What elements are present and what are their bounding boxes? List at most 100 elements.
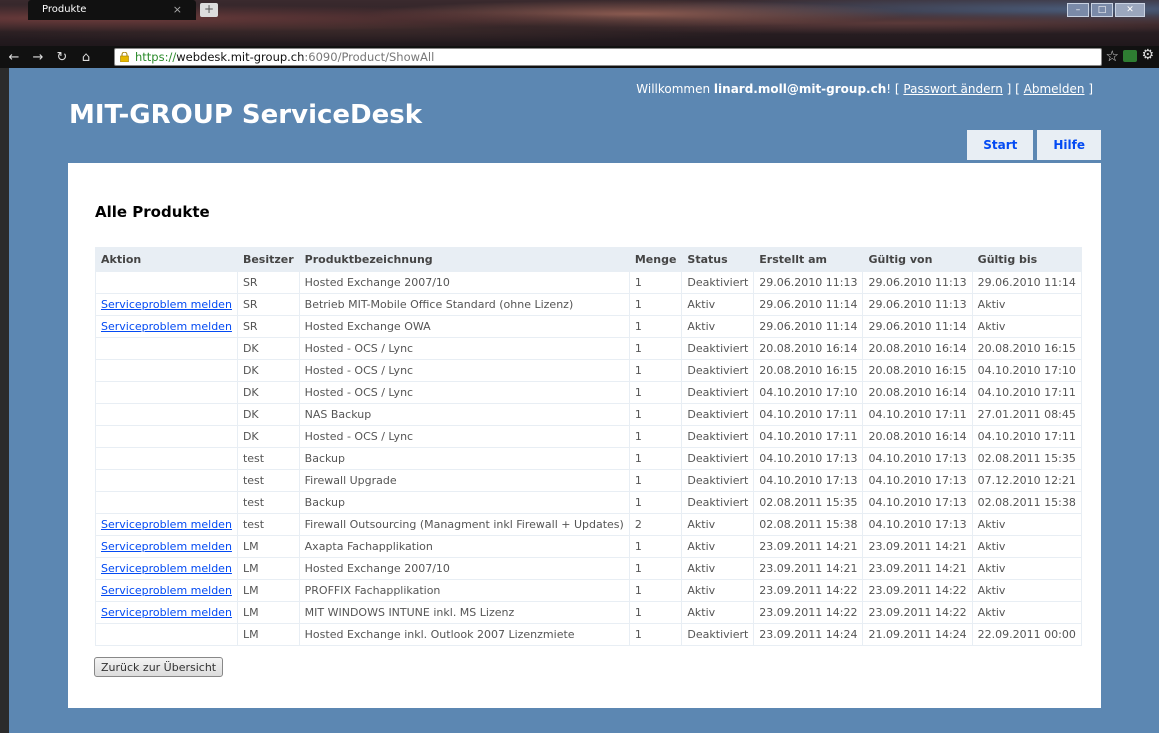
cell-status: Deaktiviert (681, 381, 755, 404)
cell-action: Serviceproblem melden (95, 293, 238, 316)
bookmark-star-icon[interactable]: ☆ (1106, 47, 1119, 65)
table-row: Serviceproblem melden SR Hosted Exchange O… (95, 315, 1082, 338)
cell-owner: SR (236, 315, 300, 338)
cell-qty: 1 (628, 623, 683, 646)
cell-owner: DK (236, 403, 300, 426)
table-row: LM Hosted Exchange inkl. Outlook 2007 Liz… (95, 623, 1082, 646)
cell-created: 29.06.2010 11:14 (753, 293, 864, 316)
back-to-overview-button[interactable]: Zurück zur Übersicht (94, 657, 224, 677)
report-service-problem-link[interactable]: Serviceproblem melden (101, 298, 232, 311)
cell-created: 04.10.2010 17:13 (753, 469, 864, 492)
cell-valid-to: 02.08.2011 15:35 (971, 447, 1082, 470)
cell-qty: 1 (628, 447, 683, 470)
table-header-row: Aktion Besitzer Produktbezeichnung Menge… (95, 247, 1082, 272)
cell-qty: 1 (628, 491, 683, 514)
cell-status: Deaktiviert (681, 359, 755, 382)
cell-qty: 1 (628, 601, 683, 624)
cell-owner: test (236, 491, 300, 514)
cell-status: Aktiv (681, 579, 755, 602)
menu-help[interactable]: Hilfe (1037, 130, 1101, 160)
report-service-problem-link[interactable]: Serviceproblem melden (101, 584, 232, 597)
cell-valid-to: 07.12.2010 12:21 (971, 469, 1082, 492)
cell-created: 23.09.2011 14:21 (753, 557, 864, 580)
maximize-icon[interactable]: □ (1091, 3, 1113, 17)
cell-status: Aktiv (681, 601, 755, 624)
column-header: Gültig von (862, 247, 973, 272)
cell-status: Deaktiviert (681, 271, 755, 294)
report-service-problem-link[interactable]: Serviceproblem melden (101, 606, 232, 619)
table-row: SR Hosted Exchange 2007/10 1 Deaktiviert 29.… (95, 271, 1082, 294)
cell-action (95, 337, 238, 360)
cell-valid-to: 27.01.2011 08:45 (971, 403, 1082, 426)
cell-valid-from: 21.09.2011 14:24 (862, 623, 973, 646)
browser-tab[interactable]: Produkte × (28, 0, 196, 20)
cell-product: Backup (298, 447, 630, 470)
cell-owner: SR (236, 271, 300, 294)
table-row: test Backup 1 Deaktiviert 02.08.2011 15:35 04… (95, 491, 1082, 514)
cell-valid-to: 04.10.2010 17:11 (971, 381, 1082, 404)
logout-link[interactable]: Abmelden (1024, 82, 1085, 96)
cell-product: Hosted - OCS / Lync (298, 337, 630, 360)
report-service-problem-link[interactable]: Serviceproblem melden (101, 562, 232, 575)
report-service-problem-link[interactable]: Serviceproblem melden (101, 540, 232, 553)
cell-action (95, 271, 238, 294)
change-password-link[interactable]: Passwort ändern (903, 82, 1002, 96)
cell-owner: DK (236, 359, 300, 382)
report-service-problem-link[interactable]: Serviceproblem melden (101, 320, 232, 333)
new-tab-button[interactable]: + (200, 3, 218, 17)
back-arrow-icon[interactable]: ← (4, 50, 24, 65)
report-service-problem-link[interactable]: Serviceproblem melden (101, 518, 232, 531)
bracket-close: ] (1084, 82, 1093, 96)
cell-status: Aktiv (681, 293, 755, 316)
home-icon[interactable]: ⌂ (76, 50, 96, 65)
cell-product: PROFFIX Fachapplikation (298, 579, 630, 602)
products-table: Aktion Besitzer Produktbezeichnung Menge… (95, 247, 1082, 646)
cell-valid-from: 29.06.2010 11:14 (862, 315, 973, 338)
cell-valid-to: Aktiv (971, 315, 1082, 338)
cell-action (95, 359, 238, 382)
cell-valid-to: 04.10.2010 17:11 (971, 425, 1082, 448)
close-tab-icon[interactable]: × (173, 0, 182, 20)
cell-created: 20.08.2010 16:15 (753, 359, 864, 382)
cell-status: Aktiv (681, 557, 755, 580)
cell-valid-to: Aktiv (971, 535, 1082, 558)
cell-product: Axapta Fachapplikation (298, 535, 630, 558)
cell-valid-to: Aktiv (971, 579, 1082, 602)
cell-valid-to: Aktiv (971, 293, 1082, 316)
cell-action: Serviceproblem melden (95, 601, 238, 624)
cell-owner: test (236, 513, 300, 536)
cell-qty: 1 (628, 293, 683, 316)
cell-product: Hosted - OCS / Lync (298, 359, 630, 382)
address-bar[interactable]: https://webdesk.mit-group.ch:6090/Produc… (114, 48, 1102, 66)
cell-valid-to: Aktiv (971, 513, 1082, 536)
close-window-icon[interactable]: ✕ (1115, 3, 1145, 17)
reload-icon[interactable]: ↻ (52, 50, 72, 65)
cell-created: 29.06.2010 11:14 (753, 315, 864, 338)
table-row: Serviceproblem melden LM Hosted Exchange 2… (95, 557, 1082, 580)
menu-start[interactable]: Start (967, 130, 1034, 160)
table-row: Serviceproblem melden LM Axapta Fachapplik… (95, 535, 1082, 558)
table-row: Serviceproblem melden test Firewall Outsou… (95, 513, 1082, 536)
cell-valid-to: 22.09.2011 00:00 (971, 623, 1082, 646)
login-display: Willkommen linard.moll@mit-group.ch! [ P… (636, 82, 1093, 96)
page: Willkommen linard.moll@mit-group.ch! [ P… (9, 68, 1159, 733)
table-row: DK NAS Backup 1 Deaktiviert 04.10.2010 17:11… (95, 403, 1082, 426)
cell-qty: 1 (628, 469, 683, 492)
cell-created: 23.09.2011 14:22 (753, 579, 864, 602)
cell-created: 04.10.2010 17:10 (753, 381, 864, 404)
minimize-icon[interactable]: – (1067, 3, 1089, 17)
wrench-icon[interactable]: ⚙ (1141, 47, 1154, 63)
cell-valid-from: 23.09.2011 14:21 (862, 557, 973, 580)
cell-action: Serviceproblem melden (95, 513, 238, 536)
url-host: webdesk.mit-group.ch (176, 50, 305, 64)
forward-arrow-icon[interactable]: → (28, 50, 48, 65)
cell-status: Deaktiviert (681, 491, 755, 514)
extension-icon[interactable] (1123, 50, 1137, 62)
cell-owner: DK (236, 381, 300, 404)
cell-qty: 1 (628, 381, 683, 404)
cell-status: Aktiv (681, 315, 755, 338)
main-content: Alle Produkte Aktion Besitzer Produktbez… (68, 163, 1101, 708)
cell-qty: 2 (628, 513, 683, 536)
table-row: DK Hosted - OCS / Lync 1 Deaktiviert 04.10.2… (95, 425, 1082, 448)
cell-product: Firewall Outsourcing (Managment inkl Fir… (298, 513, 630, 536)
